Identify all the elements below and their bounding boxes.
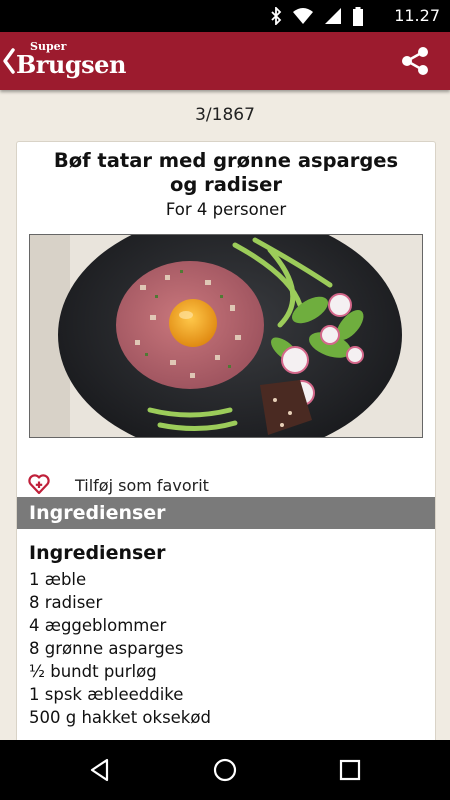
app-bar: Super Brugsen [0,32,450,90]
recipe-title-line1: Bøf tatar med grønne asparges [53,149,399,172]
recipe-card: Bøf tatar med grønne asparges og radiser… [16,141,436,742]
status-icons [270,6,364,26]
heart-plus-icon[interactable] [28,473,50,495]
recipe-photo [29,234,423,438]
recipe-title-line2: og radiser [169,173,282,196]
wifi-icon [293,8,313,24]
ingredients-heading: Ingredienser [29,542,166,564]
back-icon[interactable] [87,757,113,783]
status-time: 11.27 [394,6,440,25]
bluetooth-icon [271,7,282,25]
recipe-title: Bøf tatar med grønne asparges og radiser [17,149,435,197]
battery-icon [353,6,363,26]
ingredient-item: 4 æggeblommer [29,616,167,635]
home-icon[interactable] [212,757,238,783]
status-bar: 11.27 [0,0,450,32]
logo-brugsen-text: Brugsen [16,50,126,79]
recipe-counter: 3/1867 [195,105,255,125]
ingredient-item: 8 radiser [29,593,103,612]
recipe-photo-image [30,235,422,437]
recipe-servings: For 4 personer [165,200,287,219]
super-brugsen-logo[interactable]: Super Brugsen [14,38,126,84]
ingredient-item: 500 g hakket oksekød [29,708,211,727]
signal-icon [325,8,341,24]
ingredient-item: 1 æble [29,570,87,589]
ingredients-section-header[interactable]: Ingredienser [17,497,435,529]
recents-icon[interactable] [337,757,363,783]
ingredients-list: 1 æble 8 radiser 4 æggeblommer 8 grønne … [29,568,211,729]
share-icon[interactable] [398,44,432,78]
add-favorite-link[interactable]: Tilføj som favorit [75,476,209,495]
ingredient-item: ½ bundt purløg [29,662,157,681]
navigation-bar [0,740,450,800]
ingredient-item: 1 spsk æbleeddike [29,685,184,704]
ingredient-item: 8 grønne asparges [29,639,184,658]
